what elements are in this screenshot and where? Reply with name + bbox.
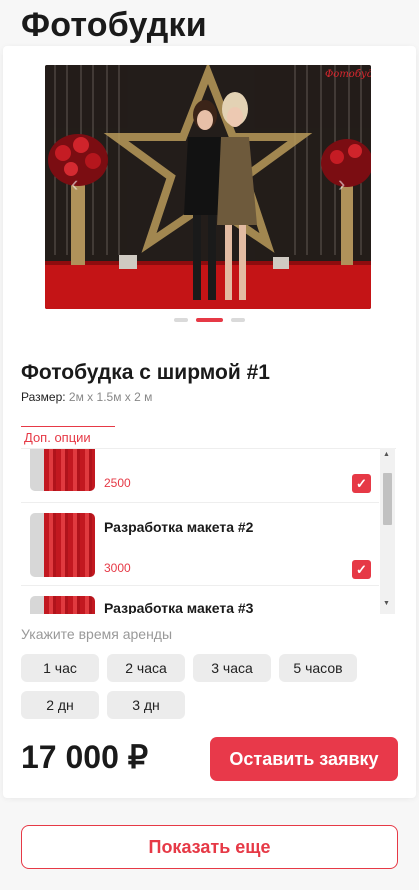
options-scrollbar[interactable]: ▲ ▼ [380, 448, 395, 614]
page: Фотобудки Фотобу ‹ › Фотобудка с ширмой … [0, 0, 419, 890]
duration-5h[interactable]: 5 часов [279, 654, 357, 682]
size-label: Размер: [21, 390, 66, 404]
option-thumbnail [30, 596, 95, 614]
photo-watermark: Фотобудка [325, 69, 371, 80]
scroll-up-icon[interactable]: ▲ [383, 451, 390, 458]
slider-dots [174, 318, 245, 322]
scroll-down-icon[interactable]: ▼ [383, 600, 390, 607]
show-more-button[interactable]: Показать еще [21, 825, 398, 869]
option-thumbnail [30, 449, 95, 491]
option-price: 3000 [104, 561, 131, 575]
slider-dot-1[interactable] [174, 318, 188, 322]
option-name: Разработка макета #2 [104, 519, 254, 535]
option-thumbnail [30, 513, 95, 577]
order-button[interactable]: Оставить заявку [210, 737, 398, 781]
page-title: Фотобудки [21, 6, 207, 44]
option-price: 2500 [104, 476, 131, 490]
option-item-1[interactable]: 2500 ✓ [21, 449, 379, 503]
scroll-thumb[interactable] [383, 473, 392, 525]
duration-3d[interactable]: 3 дн [107, 691, 185, 719]
option-name: Разработка макета #3 [104, 600, 254, 614]
duration-2h[interactable]: 2 часа [107, 654, 185, 682]
option-item-2[interactable]: Разработка макета #2 3000 ✓ [21, 504, 379, 586]
slider-dot-3[interactable] [231, 318, 245, 322]
slider-next-icon[interactable]: › [338, 173, 345, 195]
option-item-3[interactable]: Разработка макета #3 [21, 587, 379, 614]
rent-duration-label: Укажите время аренды [21, 626, 173, 642]
total-price: 17 000 ₽ [21, 739, 149, 775]
product-photo[interactable]: Фотобудка ‹ › [45, 65, 371, 309]
option-checkbox-2[interactable]: ✓ [352, 560, 371, 579]
option-checkbox-1[interactable]: ✓ [352, 474, 371, 493]
slider-dot-2[interactable] [196, 318, 223, 322]
product-size: Размер: 2м x 1.5м x 2 м [21, 390, 152, 404]
slider-prev-icon[interactable]: ‹ [71, 173, 78, 195]
product-card: Фотобудка ‹ › Фотобудка с ширмой #1 Разм… [3, 46, 416, 798]
size-value: 2м x 1.5м x 2 м [68, 390, 153, 404]
duration-2d[interactable]: 2 дн [21, 691, 99, 719]
photo-image: Фотобудка [45, 65, 371, 309]
duration-3h[interactable]: 3 часа [193, 654, 271, 682]
duration-1h[interactable]: 1 час [21, 654, 99, 682]
product-name: Фотобудка с ширмой #1 [21, 361, 270, 384]
options-list[interactable]: 2500 ✓ Разработка макета #2 3000 ✓ Разра… [21, 448, 396, 614]
tab-options[interactable]: Доп. опции [21, 426, 115, 450]
